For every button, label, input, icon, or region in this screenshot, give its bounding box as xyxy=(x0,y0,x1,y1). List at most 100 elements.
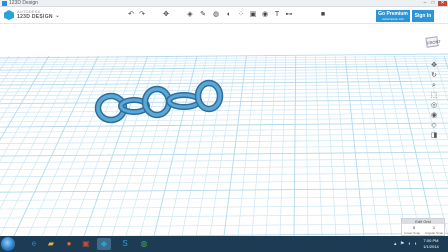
linear-snap-value[interactable]: 5 xyxy=(410,225,418,230)
taskbar-skype[interactable]: S xyxy=(118,238,132,250)
view-cube[interactable]: FRONT xyxy=(424,33,441,50)
app-icon xyxy=(2,1,7,6)
grid-line xyxy=(0,127,448,133)
modify-icon: ◐ xyxy=(226,11,232,18)
redo-button[interactable]: ↷ xyxy=(137,9,147,20)
grid-line xyxy=(0,108,448,113)
view-button[interactable]: ◎ xyxy=(428,101,440,111)
grid-line xyxy=(0,196,448,201)
workplane-grid xyxy=(0,53,448,236)
grid-line xyxy=(0,187,448,193)
material-button[interactable]: ■ xyxy=(318,9,328,20)
premium-sublabel: subscription info xyxy=(382,17,404,21)
snap-icon: ◇ xyxy=(431,122,437,129)
measure-icon: ⊷ xyxy=(285,11,293,18)
material-icon: ■ xyxy=(320,11,326,18)
taskbar: e ▰ ● ▣ ◆ S ◍ ▴ ⚑ ◖ ◗ 7:00 PM 1/1/2014 xyxy=(0,236,448,252)
start-button[interactable] xyxy=(1,237,15,251)
transform-button[interactable]: ✥ xyxy=(161,9,171,20)
grouping-icon: ▣ xyxy=(249,11,257,18)
primitives-button[interactable]: ◈ xyxy=(185,9,195,20)
navigation-bar: ✥ ↻ ⌕ ⬚ ◎ ◉ ◇ ◨ xyxy=(428,61,440,141)
go-premium-button[interactable]: Go Premium subscription info xyxy=(376,10,410,22)
grid-line xyxy=(0,213,448,219)
grid-line xyxy=(125,55,178,236)
material-view-icon: ◨ xyxy=(430,132,438,139)
view-cube-face: FRONT xyxy=(425,36,441,48)
taskbar-app[interactable]: ▣ xyxy=(79,238,93,250)
undo-icon: ↶ xyxy=(128,11,134,18)
fit-button[interactable]: ⬚ xyxy=(428,91,440,101)
angular-snap-label: Angular Snap xyxy=(425,231,444,235)
grouping-button[interactable]: ▣ xyxy=(248,9,258,20)
grid-line xyxy=(83,55,149,236)
grid-line xyxy=(0,133,448,139)
visibility-button[interactable]: ◉ xyxy=(428,111,440,121)
skype-icon: S xyxy=(122,239,128,248)
grid-line xyxy=(0,99,448,105)
grid-line xyxy=(293,55,297,236)
grid-line xyxy=(0,80,448,86)
grid-line xyxy=(315,55,323,236)
text-icon: T xyxy=(274,11,280,18)
grid-line xyxy=(0,103,448,109)
construct-button[interactable]: ◍ xyxy=(211,9,221,20)
edit-grid-panel[interactable]: Edit Grid 5 1 Linear Snap Angular Snap xyxy=(401,218,445,236)
angular-snap-value[interactable]: 1 xyxy=(430,225,438,230)
view-icon: ◎ xyxy=(430,102,438,109)
undo-button[interactable]: ↶ xyxy=(126,9,136,20)
minimize-button[interactable]: – xyxy=(422,1,428,6)
sign-in-button[interactable]: Sign In xyxy=(412,10,434,22)
close-button[interactable]: ✕ xyxy=(438,1,447,6)
grid-line xyxy=(0,179,448,185)
transform-icon: ✥ xyxy=(163,11,169,18)
redo-icon: ↷ xyxy=(139,11,145,18)
grid-line xyxy=(279,55,287,236)
system-tray[interactable]: ▴ ⚑ ◖ ◗ xyxy=(394,241,418,247)
grid-line xyxy=(13,55,99,236)
material-view-button[interactable]: ◨ xyxy=(428,131,440,141)
grid-line xyxy=(0,53,448,59)
taskbar-123d[interactable]: ◆ xyxy=(97,238,111,250)
pan-button[interactable]: ✥ xyxy=(428,61,440,71)
grid-line xyxy=(0,165,448,170)
sketch-icon: ✎ xyxy=(200,11,206,18)
grid-line xyxy=(0,84,448,89)
grid-line xyxy=(305,55,309,236)
text-button[interactable]: T xyxy=(272,9,282,20)
taskbar-chrome[interactable]: ◍ xyxy=(137,238,151,250)
grid-line xyxy=(0,151,448,157)
taskbar-explorer[interactable]: ▰ xyxy=(44,238,58,250)
sketch-button[interactable]: ✎ xyxy=(198,9,208,20)
modify-button[interactable]: ◐ xyxy=(224,9,234,20)
clock-date: 1/1/2014 xyxy=(423,244,439,249)
snap-button[interactable]: ◇ xyxy=(428,121,440,131)
chrome-icon: ◍ xyxy=(140,239,148,248)
combine-button[interactable]: ◉ xyxy=(260,9,270,20)
taskbar-ie[interactable]: e xyxy=(27,238,41,250)
pattern-button[interactable]: ⁘ xyxy=(236,9,246,20)
app-icon: ▣ xyxy=(82,239,90,248)
zoom-button[interactable]: ⌕ xyxy=(428,81,440,91)
grid-line xyxy=(0,122,448,128)
app-menu-button[interactable]: ⌄ xyxy=(55,12,60,19)
grid-line xyxy=(55,55,129,236)
measure-button[interactable]: ⊷ xyxy=(284,9,294,20)
firefox-icon: ● xyxy=(66,239,72,248)
taskbar-clock[interactable]: 7:00 PM 1/1/2014 xyxy=(418,238,444,250)
grid-line xyxy=(0,223,448,228)
grid-line xyxy=(27,55,109,236)
chain-model[interactable] xyxy=(94,79,224,124)
edit-grid-title: Edit Grid xyxy=(402,219,444,224)
app-name: 123D DESIGN xyxy=(17,14,53,20)
orbit-button[interactable]: ↻ xyxy=(428,71,440,81)
fit-icon: ⬚ xyxy=(430,92,438,99)
linear-snap-label: Linear Snap xyxy=(404,231,421,235)
visibility-icon: ◉ xyxy=(430,112,438,119)
zoom-icon: ⌕ xyxy=(432,82,436,89)
maximize-button[interactable]: □ xyxy=(430,1,436,6)
3d-viewport[interactable] xyxy=(0,25,448,236)
folder-icon: ▰ xyxy=(47,239,55,248)
taskbar-firefox[interactable]: ● xyxy=(62,238,76,250)
combine-icon: ◉ xyxy=(261,11,269,18)
